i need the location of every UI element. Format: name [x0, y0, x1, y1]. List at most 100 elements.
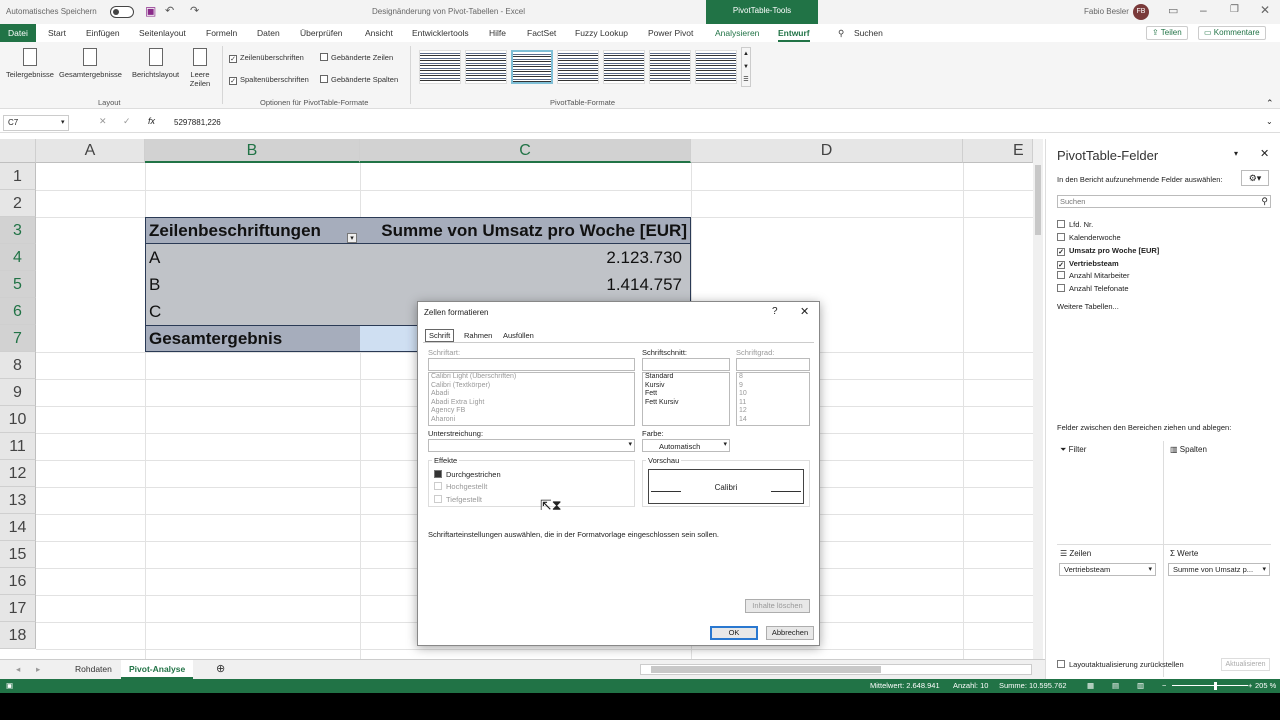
tab-page-layout[interactable]: Seitenlayout: [139, 24, 186, 42]
horizontal-scrollbar[interactable]: [640, 664, 1032, 675]
style-option[interactable]: Standard: [643, 373, 729, 382]
pivot-style-swatch[interactable]: [465, 50, 507, 84]
tab-data[interactable]: Daten: [257, 24, 280, 42]
column-header-a[interactable]: A: [36, 139, 145, 163]
scrollbar-thumb[interactable]: [1035, 165, 1041, 235]
size-input[interactable]: [736, 358, 810, 371]
pivot-values-header[interactable]: Summe von Umsatz pro Woche [EUR]: [360, 217, 691, 244]
zoom-slider[interactable]: [1172, 685, 1248, 686]
avatar[interactable]: FB: [1133, 4, 1149, 20]
pivot-row-label[interactable]: C: [145, 298, 360, 325]
strikethrough-checkbox[interactable]: Durchgestrichen: [434, 470, 501, 479]
pivot-row-value[interactable]: 2.123.730: [360, 244, 691, 271]
style-option[interactable]: Fett: [643, 390, 729, 399]
close-pane-icon[interactable]: ✕: [1260, 147, 1269, 160]
sheet-tab-rohdaten[interactable]: Rohdaten: [67, 660, 120, 679]
row-header[interactable]: 3: [0, 217, 36, 244]
cancel-button[interactable]: Abbrechen: [766, 626, 814, 640]
clear-button[interactable]: Inhalte löschen: [745, 599, 810, 613]
pivot-style-swatch-selected[interactable]: [511, 50, 553, 84]
row-header[interactable]: 9: [0, 379, 36, 406]
tab-insert[interactable]: Einfügen: [86, 24, 120, 42]
cancel-icon[interactable]: ✕: [99, 116, 107, 127]
selected-cell[interactable]: [360, 326, 420, 351]
add-sheet-icon[interactable]: ⊕: [208, 660, 233, 679]
search-icon[interactable]: ⚲: [838, 24, 844, 42]
zoom-level[interactable]: 205 %: [1255, 681, 1276, 690]
redo-icon[interactable]: ↷: [190, 4, 199, 17]
row-header[interactable]: 11: [0, 433, 36, 460]
size-option[interactable]: 9: [737, 382, 809, 391]
grand-totals-button[interactable]: Gesamtergebnisse: [59, 48, 122, 79]
pivot-style-swatch[interactable]: [603, 50, 645, 84]
superscript-checkbox[interactable]: Hochgestellt: [434, 482, 487, 491]
collapse-ribbon-icon[interactable]: ⌃: [1266, 98, 1274, 109]
pivot-row-value[interactable]: 1.414.757: [360, 271, 691, 298]
minimize-icon[interactable]: –: [1200, 3, 1207, 17]
page-break-icon[interactable]: ▥: [1137, 681, 1144, 690]
style-option[interactable]: Fett Kursiv: [643, 399, 729, 408]
banded-rows-checkbox[interactable]: Gebänderte Zeilen: [320, 53, 393, 62]
row-header[interactable]: 2: [0, 190, 36, 217]
pivot-total-label[interactable]: Gesamtergebnis: [145, 325, 360, 352]
tab-analyze[interactable]: Analysieren: [715, 24, 759, 42]
subscript-checkbox[interactable]: Tiefgestellt: [434, 495, 482, 504]
subtotals-button[interactable]: Teilergebnisse: [6, 48, 54, 79]
zoom-out-icon[interactable]: −: [1162, 681, 1166, 690]
zoom-slider-thumb[interactable]: [1214, 682, 1217, 690]
column-header-b[interactable]: B: [145, 139, 360, 163]
pivot-row-label[interactable]: A: [145, 244, 360, 271]
tab-fill[interactable]: Ausfüllen: [503, 331, 534, 340]
help-icon[interactable]: ?: [772, 306, 778, 317]
size-option[interactable]: 10: [737, 390, 809, 399]
pivot-row-labels-header[interactable]: Zeilenbeschriftungen: [145, 217, 360, 244]
tab-design[interactable]: Entwurf: [778, 24, 810, 42]
pivot-style-swatch[interactable]: [419, 50, 461, 84]
size-option[interactable]: 12: [737, 407, 809, 416]
row-header[interactable]: 16: [0, 568, 36, 595]
row-header[interactable]: 10: [0, 406, 36, 433]
blank-rows-button[interactable]: Leere Zeilen: [188, 48, 212, 88]
gear-icon[interactable]: ⚙▾: [1241, 170, 1269, 186]
tab-help[interactable]: Hilfe: [489, 24, 506, 42]
row-header[interactable]: 14: [0, 514, 36, 541]
field-checkbox[interactable]: Anzahl Mitarbeiter: [1057, 271, 1129, 280]
color-select[interactable]: Automatisch ▾: [642, 439, 730, 452]
pivot-row-label[interactable]: B: [145, 271, 360, 298]
column-header-c[interactable]: C: [360, 139, 691, 163]
font-option[interactable]: Abadi Extra Light: [429, 399, 634, 408]
expand-formula-icon[interactable]: ⌄: [1266, 117, 1273, 126]
size-option[interactable]: 11: [737, 399, 809, 408]
field-checkbox[interactable]: ✓ Vertriebsteam: [1057, 259, 1119, 269]
tab-factset[interactable]: FactSet: [527, 24, 556, 42]
column-header-e[interactable]: E: [963, 139, 1033, 163]
sheet-tab-pivot-analyse[interactable]: Pivot-Analyse: [121, 660, 194, 679]
row-header[interactable]: 1: [0, 163, 36, 190]
style-input[interactable]: [642, 358, 730, 371]
size-option[interactable]: 14: [737, 416, 809, 425]
tab-start[interactable]: Start: [48, 24, 66, 42]
report-layout-button[interactable]: Berichtslayout: [132, 48, 179, 79]
field-checkbox[interactable]: Anzahl Telefonate: [1057, 284, 1129, 293]
normal-view-icon[interactable]: ▦: [1087, 681, 1094, 690]
tab-view[interactable]: Ansicht: [365, 24, 393, 42]
formula-input[interactable]: 5297881,226: [174, 118, 221, 127]
chevron-down-icon[interactable]: ▾: [61, 118, 65, 126]
tab-power-pivot[interactable]: Power Pivot: [648, 24, 693, 42]
row-header[interactable]: 6: [0, 298, 36, 325]
pivot-style-swatch[interactable]: [557, 50, 599, 84]
ok-button[interactable]: OK: [710, 626, 758, 640]
tab-border[interactable]: Rahmen: [464, 331, 492, 340]
vertical-scrollbar[interactable]: [1033, 139, 1043, 659]
tab-review[interactable]: Überprüfen: [300, 24, 343, 42]
ribbon-display-icon[interactable]: ▭: [1168, 4, 1178, 17]
font-option[interactable]: Abadi: [429, 390, 634, 399]
row-header[interactable]: 18: [0, 622, 36, 649]
close-icon[interactable]: ✕: [800, 305, 809, 318]
row-headers-checkbox[interactable]: ✓ Zeilenüberschriften: [229, 53, 304, 63]
row-header[interactable]: 15: [0, 541, 36, 568]
font-option[interactable]: Calibri Light (Überschriften): [429, 373, 634, 382]
name-box[interactable]: C7: [3, 115, 69, 131]
close-icon[interactable]: ✕: [1260, 3, 1270, 17]
values-field-chip[interactable]: Summe von Umsatz p...: [1168, 563, 1270, 576]
